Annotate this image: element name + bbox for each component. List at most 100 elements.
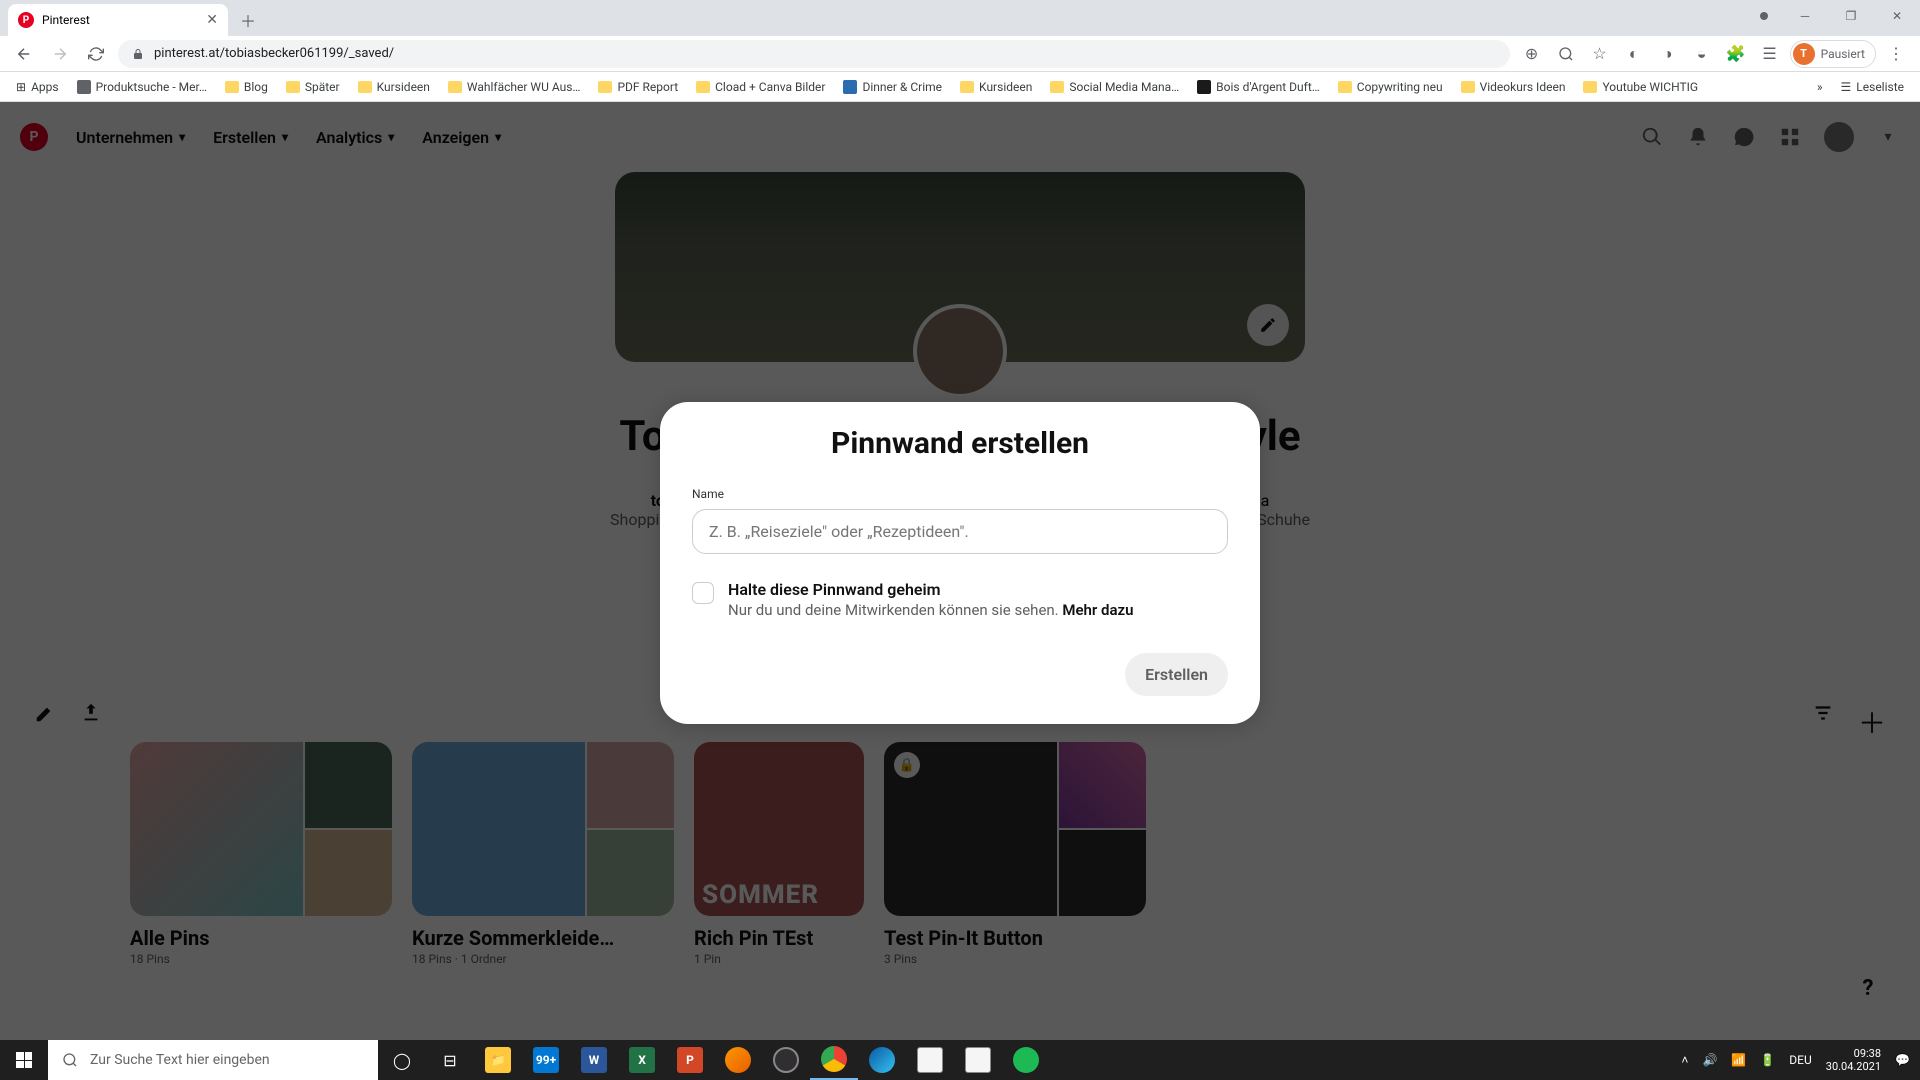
forward-button[interactable] <box>46 40 74 68</box>
bookmarks-bar: ⊞ Apps Produktsuche - Mer… Blog Später K… <box>0 72 1920 102</box>
taskbar-apps: ◯ ⊟ 📁 99+ W X P <box>378 1040 1050 1080</box>
address-bar-icons: ⊕ ☆ ◐ ◑ ◒ 🧩 ☰ T Pausiert ⋮ <box>1518 40 1910 68</box>
folder-icon <box>696 81 710 93</box>
file-explorer-icon[interactable]: 📁 <box>474 1040 522 1080</box>
folder-icon <box>286 81 300 93</box>
extension-icon-2[interactable]: ◑ <box>1654 40 1682 68</box>
url-field[interactable]: pinterest.at/tobiasbecker061199/_saved/ <box>118 40 1510 68</box>
name-label: Name <box>692 487 1228 501</box>
wordpad-icon[interactable] <box>954 1040 1002 1080</box>
obs-icon[interactable] <box>762 1040 810 1080</box>
extension-icon-3[interactable]: ◒ <box>1688 40 1716 68</box>
bookmark-icon <box>77 80 91 94</box>
chrome-icon[interactable] <box>810 1040 858 1080</box>
list-icon: ☰ <box>1841 80 1852 94</box>
bookmark-icon <box>843 80 857 94</box>
learn-more-link[interactable]: Mehr dazu <box>1062 601 1133 619</box>
spotify-icon[interactable] <box>1002 1040 1050 1080</box>
profile-avatar-small: T <box>1793 43 1815 65</box>
secret-board-label: Halte diese Pinnwand geheim <box>728 580 1134 599</box>
clock[interactable]: 09:38 30.04.2021 <box>1826 1047 1881 1073</box>
install-app-icon[interactable]: ⊕ <box>1518 40 1546 68</box>
cortana-icon[interactable]: ⊟ <box>426 1040 474 1080</box>
bookmark-item[interactable]: Social Media Mana… <box>1044 76 1185 98</box>
bookmark-item[interactable]: PDF Report <box>592 76 684 98</box>
language-indicator[interactable]: DEU <box>1789 1053 1811 1067</box>
tab-title: Pinterest <box>42 13 90 27</box>
excel-icon[interactable]: X <box>618 1040 666 1080</box>
wifi-icon[interactable]: 📶 <box>1731 1053 1746 1067</box>
start-button[interactable] <box>0 1040 48 1080</box>
folder-icon <box>225 81 239 93</box>
pinterest-favicon: P <box>18 12 34 28</box>
search-placeholder: Zur Suche Text hier eingeben <box>90 1052 270 1068</box>
maximize-button[interactable]: ❐ <box>1828 0 1874 32</box>
notepad-icon[interactable] <box>906 1040 954 1080</box>
folder-icon <box>598 81 612 93</box>
browser-tab-strip: P Pinterest ✕ ＋ ─ ❐ ✕ <box>0 0 1920 36</box>
folder-icon <box>960 81 974 93</box>
board-name-input[interactable] <box>692 509 1228 554</box>
folder-icon <box>1461 81 1475 93</box>
word-icon[interactable]: W <box>570 1040 618 1080</box>
browser-menu-icon[interactable]: ⋮ <box>1882 40 1910 68</box>
powerpoint-icon[interactable]: P <box>666 1040 714 1080</box>
folder-icon <box>448 81 462 93</box>
bookmark-item[interactable]: Videokurs Ideen <box>1455 76 1572 98</box>
bookmark-item[interactable]: Später <box>280 76 346 98</box>
pinterest-page: P Unternehmen▾ Erstellen▾ Analytics▾ Anz… <box>0 102 1920 1040</box>
bookmark-item[interactable]: Copywriting neu <box>1332 76 1449 98</box>
action-center-icon[interactable]: 💬 <box>1895 1053 1910 1067</box>
lock-icon <box>132 48 144 60</box>
bookmark-item[interactable]: Kursideen <box>352 76 436 98</box>
folder-icon <box>1583 81 1597 93</box>
new-tab-button[interactable]: ＋ <box>234 6 262 34</box>
minimize-button[interactable]: ─ <box>1782 0 1828 32</box>
bookmark-item[interactable]: Blog <box>219 76 274 98</box>
firefox-icon[interactable] <box>714 1040 762 1080</box>
battery-icon[interactable]: 🔋 <box>1760 1053 1775 1067</box>
apps-grid-icon: ⊞ <box>16 80 26 94</box>
bookmark-item[interactable]: Cload + Canva Bilder <box>690 76 831 98</box>
task-view-icon[interactable]: ◯ <box>378 1040 426 1080</box>
zoom-icon[interactable] <box>1552 40 1580 68</box>
bookmark-item[interactable]: Produktsuche - Mer… <box>71 76 213 98</box>
modal-title: Pinnwand erstellen <box>692 426 1228 461</box>
bookmark-item[interactable]: Youtube WICHTIG <box>1577 76 1704 98</box>
secret-board-checkbox[interactable] <box>692 582 714 604</box>
volume-icon[interactable]: 🔊 <box>1702 1053 1717 1067</box>
extensions-puzzle-icon[interactable]: 🧩 <box>1722 40 1750 68</box>
search-icon <box>62 1052 78 1068</box>
secret-board-description: Nur du und deine Mitwirkenden können sie… <box>728 601 1134 619</box>
apps-button[interactable]: ⊞ Apps <box>10 76 65 98</box>
folder-icon <box>1050 81 1064 93</box>
folder-icon <box>1338 81 1352 93</box>
create-button[interactable]: Erstellen <box>1125 653 1228 696</box>
windows-taskbar: Zur Suche Text hier eingeben ◯ ⊟ 📁 99+ W… <box>0 1040 1920 1080</box>
reading-list-button[interactable]: ☰Leseliste <box>1835 76 1910 98</box>
browser-tab[interactable]: P Pinterest ✕ <box>8 4 228 36</box>
profile-paused-button[interactable]: T Pausiert <box>1790 40 1876 68</box>
profile-dot <box>1760 12 1768 20</box>
folder-icon <box>358 81 372 93</box>
extension-icon-1[interactable]: ◐ <box>1620 40 1648 68</box>
system-tray: ˄ 🔊 📶 🔋 DEU 09:38 30.04.2021 💬 <box>1681 1047 1920 1073</box>
time-text: 09:38 <box>1826 1047 1881 1060</box>
edge-icon[interactable] <box>858 1040 906 1080</box>
tray-chevron-up-icon[interactable]: ˄ <box>1681 1053 1688 1067</box>
window-controls: ─ ❐ ✕ <box>1760 0 1920 32</box>
bookmarks-overflow[interactable]: » <box>1811 76 1829 98</box>
bookmark-item[interactable]: Wahlfächer WU Aus… <box>442 76 587 98</box>
close-tab-icon[interactable]: ✕ <box>206 12 218 28</box>
bookmark-star-icon[interactable]: ☆ <box>1586 40 1614 68</box>
url-text: pinterest.at/tobiasbecker061199/_saved/ <box>154 46 394 61</box>
taskbar-search[interactable]: Zur Suche Text hier eingeben <box>48 1040 378 1080</box>
mail-icon[interactable]: 99+ <box>522 1040 570 1080</box>
bookmark-item[interactable]: Kursideen <box>954 76 1038 98</box>
reading-list-icon[interactable]: ☰ <box>1756 40 1784 68</box>
back-button[interactable] <box>10 40 38 68</box>
bookmark-item[interactable]: Bois d'Argent Duft… <box>1191 76 1326 98</box>
close-window-button[interactable]: ✕ <box>1874 0 1920 32</box>
reload-button[interactable] <box>82 40 110 68</box>
bookmark-item[interactable]: Dinner & Crime <box>837 76 948 98</box>
